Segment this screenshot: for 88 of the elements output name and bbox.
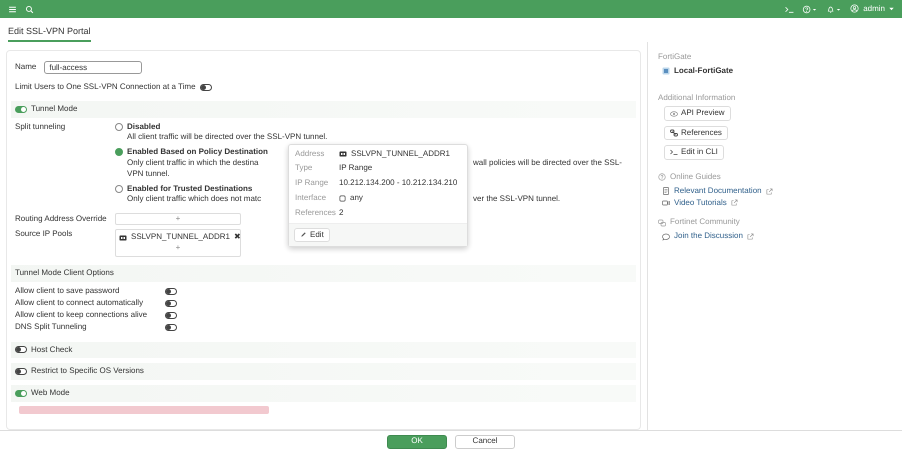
chat-icon xyxy=(658,218,666,227)
document-icon xyxy=(662,187,670,196)
pencil-icon xyxy=(300,231,307,238)
toggle-switch[interactable] xyxy=(165,300,177,308)
option-title: Enabled Based on Policy Destination xyxy=(127,147,268,158)
section-heading: FortiGate xyxy=(658,52,692,61)
section-title: Restrict to Specific OS Versions xyxy=(31,366,144,378)
external-link-icon[interactable] xyxy=(766,188,773,195)
option-description: ver the SSL-VPN tunnel. xyxy=(473,194,560,206)
info-button[interactable]: Edit in CLI xyxy=(664,144,724,160)
popover-label: Address xyxy=(295,148,326,160)
section-heading: Online Guides xyxy=(670,172,721,183)
field-label: Name xyxy=(15,62,36,73)
link[interactable]: Video Tutorials xyxy=(674,198,727,208)
popover-value: 10.212.134.200 - 10.212.134.210 xyxy=(339,178,458,189)
popover-label: References xyxy=(295,208,337,219)
field-label: Source IP Pools xyxy=(15,229,74,240)
speech-bubble-icon xyxy=(662,232,670,241)
popover-label: IP Range xyxy=(295,178,330,189)
device-icon xyxy=(662,67,670,76)
option-description: wall policies will be directed over the SSL- xyxy=(473,158,622,169)
search-icon[interactable] xyxy=(25,4,34,14)
terminal-icon xyxy=(670,148,678,156)
field-label: Routing Address Override xyxy=(15,214,107,223)
toggle-switch[interactable] xyxy=(15,390,27,398)
popover-value: 2 xyxy=(339,208,344,219)
info-button[interactable]: API Preview xyxy=(664,106,731,122)
terminal-icon[interactable] xyxy=(785,4,794,14)
device-name: Local-FortiGate xyxy=(674,66,734,77)
address-field[interactable]: + xyxy=(115,213,241,226)
video-camera-icon xyxy=(662,198,670,207)
option-description: Only client traffic in which the destina xyxy=(127,158,260,169)
toggle-switch[interactable] xyxy=(165,312,177,320)
section-heading: Additional Information xyxy=(658,92,736,102)
external-link-icon[interactable] xyxy=(746,233,754,240)
popover-value: IP Range xyxy=(339,163,372,174)
cancel-button[interactable]: Cancel xyxy=(455,434,515,448)
section-title: Host Check xyxy=(31,344,72,356)
toggle-switch[interactable] xyxy=(15,368,27,376)
info-button[interactable]: References xyxy=(664,126,728,140)
address-icon xyxy=(119,234,127,242)
setting-label: Allow client to keep connections alive xyxy=(15,310,148,320)
setting-label: Allow client to connect automatically xyxy=(15,298,144,308)
link-icon xyxy=(670,128,678,137)
setting-label: Allow client to save password xyxy=(15,286,120,296)
section-title: Web Mode xyxy=(31,388,70,399)
setting-label: DNS Split Tunneling xyxy=(15,322,87,332)
popover-label: Interface xyxy=(295,192,328,204)
link[interactable]: Join the Discussion xyxy=(674,231,743,242)
popover-value: any xyxy=(350,192,363,204)
section-title: Tunnel Mode xyxy=(31,104,78,115)
link[interactable]: Relevant Documentation xyxy=(674,186,762,197)
toggle-switch[interactable] xyxy=(15,106,27,113)
add-entry[interactable]: + xyxy=(119,242,237,254)
help-icon xyxy=(658,173,666,182)
pool-entry: SSLVPN_TUNNEL_ADDR1 xyxy=(131,232,230,243)
page-title: Edit SSL-VPN Portal xyxy=(8,25,91,42)
toggle-switch[interactable] xyxy=(165,288,177,296)
option-description: Only client traffic which does not matc xyxy=(127,194,262,206)
external-link-icon[interactable] xyxy=(730,199,738,206)
radio-button[interactable] xyxy=(115,122,123,131)
field-label: Split tunneling xyxy=(15,122,66,133)
toggle-switch[interactable] xyxy=(15,346,27,354)
setting-label: Limit Users to One SSL-VPN Connection at a Time xyxy=(15,82,196,93)
caret-icon[interactable] xyxy=(889,6,894,11)
option-title: Disabled xyxy=(127,122,160,132)
bell-icon[interactable] xyxy=(826,4,842,14)
option-description: VPN tunnel. xyxy=(127,168,170,180)
radio-button[interactable] xyxy=(115,184,123,193)
edit-button[interactable]: Edit xyxy=(294,228,330,242)
name-field[interactable]: full-access xyxy=(44,61,142,74)
address-field[interactable]: SSLVPN_TUNNEL_ADDR1 ✖ + xyxy=(115,229,241,257)
toggle-switch[interactable] xyxy=(200,84,212,91)
popover-value: SSLVPN_TUNNEL_ADDR1 xyxy=(351,148,450,160)
address-icon xyxy=(339,150,347,158)
section-title: Tunnel Mode Client Options xyxy=(15,268,114,277)
radio-button[interactable] xyxy=(115,148,123,156)
help-icon[interactable] xyxy=(802,4,818,14)
toggle-switch[interactable] xyxy=(165,324,177,332)
option-title: Enabled for Trusted Destinations xyxy=(127,184,252,194)
menu-icon[interactable] xyxy=(8,4,17,14)
section-heading: Fortinet Community xyxy=(670,217,740,228)
remove-icon[interactable]: ✖ xyxy=(234,232,241,243)
eye-icon xyxy=(670,110,678,118)
popover-label: Type xyxy=(295,163,314,174)
option-description: All client traffic will be directed over the SSL-VPN tunnel. xyxy=(127,132,328,144)
interface-icon xyxy=(339,194,346,202)
user-icon[interactable] xyxy=(850,4,860,14)
